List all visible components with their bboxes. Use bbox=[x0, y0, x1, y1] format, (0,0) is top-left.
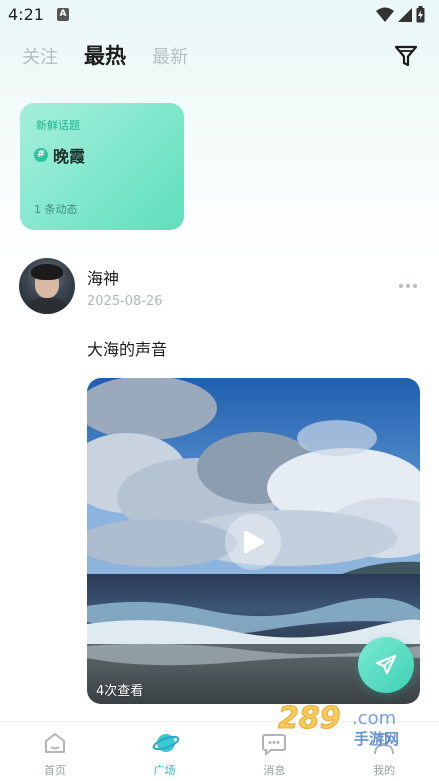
status-time: 4:21 bbox=[8, 5, 44, 24]
publish-button[interactable] bbox=[358, 637, 414, 693]
a-badge-icon: A bbox=[57, 8, 69, 21]
nav-messages[interactable]: 消息 bbox=[234, 722, 314, 781]
battery-icon bbox=[416, 6, 425, 27]
topic-name: 晚霞 bbox=[53, 147, 86, 166]
bottom-nav: 首页 广场 消息 我的 bbox=[0, 721, 439, 781]
nav-profile-label: 我的 bbox=[373, 764, 396, 777]
signal-icon bbox=[398, 7, 412, 27]
hashtag-icon: # bbox=[34, 148, 48, 162]
play-icon bbox=[244, 530, 264, 554]
tab-follow[interactable]: 关注 bbox=[22, 43, 58, 69]
post-text: 大海的声音 bbox=[87, 340, 168, 359]
status-bar: 4:21 A bbox=[0, 0, 439, 30]
avatar-hair-shape bbox=[31, 264, 63, 280]
video-view-count: 4次查看 bbox=[96, 684, 144, 699]
post-date: 2025-08-26 bbox=[87, 294, 163, 309]
topic-tag: 新鲜话题 bbox=[36, 119, 80, 132]
avatar[interactable] bbox=[19, 258, 75, 314]
nav-home[interactable]: 首页 bbox=[15, 722, 95, 781]
topic-card[interactable]: 新鲜话题 # 晚霞 1 条动态 bbox=[20, 103, 184, 230]
tab-hottest[interactable]: 最热 bbox=[84, 40, 126, 70]
send-icon bbox=[375, 654, 397, 675]
status-icons bbox=[376, 6, 425, 27]
play-button[interactable] bbox=[225, 514, 281, 570]
nav-messages-label: 消息 bbox=[263, 764, 286, 777]
avatar-body-shape bbox=[27, 298, 67, 314]
home-icon bbox=[44, 733, 65, 753]
more-options-icon[interactable] bbox=[399, 284, 417, 288]
top-tabs: 关注 最热 最新 bbox=[22, 40, 214, 70]
tab-latest[interactable]: 最新 bbox=[152, 43, 188, 69]
planet-icon bbox=[152, 734, 179, 752]
profile-icon bbox=[374, 733, 395, 755]
nav-square[interactable]: 广场 bbox=[125, 722, 205, 781]
topic-post-count: 1 条动态 bbox=[34, 203, 78, 216]
wifi-icon bbox=[376, 7, 394, 27]
chat-icon bbox=[262, 734, 287, 756]
filter-icon[interactable] bbox=[393, 43, 419, 69]
nav-square-label: 广场 bbox=[153, 764, 176, 777]
nav-profile[interactable]: 我的 bbox=[344, 722, 424, 781]
author-name[interactable]: 海神 bbox=[87, 265, 119, 289]
nav-home-label: 首页 bbox=[43, 764, 66, 777]
topic-name-row: # 晚霞 bbox=[34, 143, 85, 167]
